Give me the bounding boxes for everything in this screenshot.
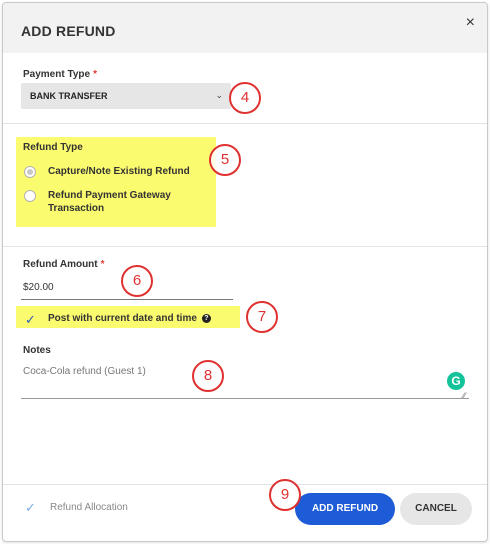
refund-amount-label-text: Refund Amount (23, 259, 98, 270)
radio-refund-gateway[interactable] (24, 190, 36, 202)
payment-type-label-text: Payment Type (23, 69, 91, 80)
required-marker: * (93, 69, 97, 80)
question-icon[interactable]: ? (201, 313, 211, 323)
post-current-label: Post with current date and time? (48, 313, 211, 324)
callout-8: 8 (192, 360, 224, 392)
add-refund-button[interactable]: ADD REFUND (295, 493, 395, 525)
cancel-button[interactable]: CANCEL (400, 493, 472, 525)
dialog-title: ADD REFUND (21, 23, 116, 39)
post-current-label-text: Post with current date and time (48, 313, 197, 324)
required-marker: * (100, 259, 105, 270)
grammarly-icon[interactable]: G (447, 372, 465, 390)
option-refund-gateway-label: Refund Payment Gateway Transaction (48, 190, 171, 214)
option-capture-existing-label: Capture/Note Existing Refund (48, 166, 190, 177)
callout-7: 7 (246, 301, 278, 333)
payment-type-value: BANK TRANSFER (30, 91, 108, 101)
notes-underline (21, 398, 469, 399)
payment-type-select[interactable]: BANK TRANSFER ⌄ (21, 83, 231, 109)
refund-amount-input[interactable]: $20.00 (23, 282, 54, 293)
resize-handle-icon[interactable]: ∕∕ (463, 391, 466, 400)
dialog-header: ADD REFUND × (3, 3, 487, 53)
refund-amount-label: Refund Amount * (23, 259, 105, 270)
callout-9: 9 (269, 479, 301, 511)
checkmark-icon[interactable]: ✓ (25, 312, 36, 328)
callout-6: 6 (121, 265, 153, 297)
refund-type-label: Refund Type (23, 142, 83, 153)
payment-type-label: Payment Type * (23, 69, 97, 80)
chevron-down-icon: ⌄ (215, 90, 223, 100)
refund-allocation-check-icon[interactable]: ✓ (25, 500, 36, 516)
notes-label: Notes (23, 345, 51, 356)
footer-divider (3, 484, 487, 485)
callout-4: 4 (229, 82, 261, 114)
divider (3, 123, 487, 124)
add-refund-dialog: ADD REFUND × Payment Type * BANK TRANSFER… (2, 2, 488, 542)
refund-allocation-label: Refund Allocation (50, 502, 128, 513)
callout-5: 5 (209, 144, 241, 176)
close-icon[interactable]: × (466, 15, 475, 31)
notes-textarea[interactable]: Coca-Cola refund (Guest 1) (23, 366, 146, 377)
divider (3, 246, 487, 247)
radio-capture-existing[interactable] (24, 166, 36, 178)
refund-amount-underline (21, 299, 233, 300)
